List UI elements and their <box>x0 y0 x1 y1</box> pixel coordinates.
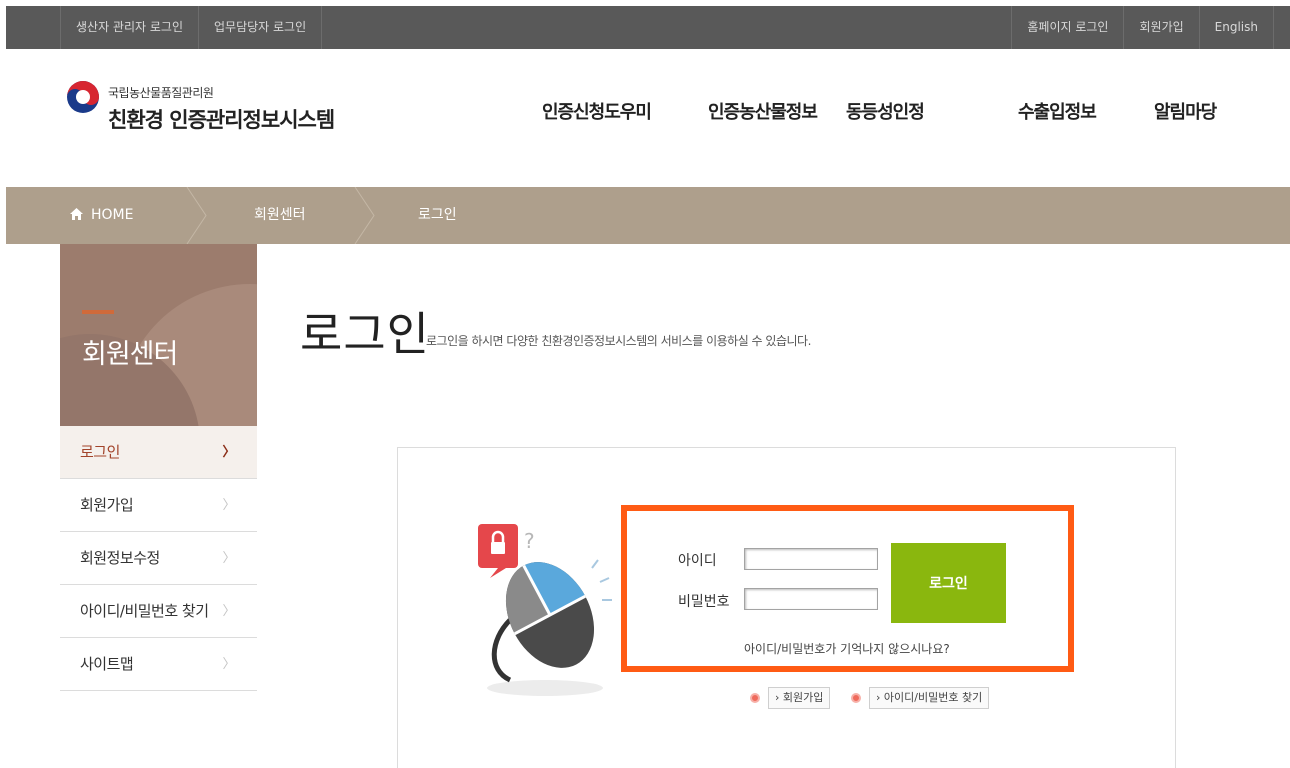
password-input[interactable] <box>744 588 878 610</box>
sidebar-item-find-account[interactable]: 아이디/비밀번호 찾기 〉 <box>60 585 257 638</box>
id-label: 아이디 <box>678 553 717 569</box>
nav-notice[interactable]: 알림마당 <box>1154 98 1217 124</box>
chevron-right-icon: 〉 <box>222 657 235 672</box>
login-button[interactable]: 로그인 <box>891 543 1006 623</box>
top-left-links: 생산자 관리자 로그인 업무담당자 로그인 <box>60 6 323 49</box>
sidebar-title: 회원센터 <box>82 339 178 370</box>
page-description: 로그인을 하시면 다양한 친환경인증정보시스템의 서비스를 이용하실 수 있습니… <box>426 334 811 348</box>
sidebar-item-signup[interactable]: 회원가입 〉 <box>60 479 257 532</box>
sidebar-item-sitemap[interactable]: 사이트맵 〉 <box>60 638 257 691</box>
find-account-link-group: › 아이디/비밀번호 찾기 <box>851 686 990 710</box>
id-input[interactable] <box>744 548 878 570</box>
home-icon <box>70 208 83 220</box>
english-link[interactable]: English <box>1198 6 1274 49</box>
signup-top-link[interactable]: 회원가입 <box>1123 6 1198 49</box>
signup-link-group: › 회원가입 <box>750 686 831 710</box>
chevron-right-icon: 〉 <box>222 498 235 513</box>
bullet-icon <box>750 693 760 703</box>
nav-certification-helper[interactable]: 인증신청도우미 <box>542 98 652 124</box>
breadcrumb-login: 로그인 <box>418 207 457 223</box>
main-nav: 인증신청도우미 인증농산물정보 동등성인정 수출입정보 알림마당 <box>0 98 1290 128</box>
sidebar-header: 회원센터 <box>60 244 257 426</box>
svg-text:?: ? <box>524 529 535 553</box>
find-account-button[interactable]: › 아이디/비밀번호 찾기 <box>869 687 990 709</box>
forgot-credentials-text: 아이디/비밀번호가 기억나지 않으시나요? <box>744 642 950 656</box>
homepage-login-link[interactable]: 홈페이지 로그인 <box>1011 6 1123 49</box>
password-label: 비밀번호 <box>678 594 730 610</box>
chevron-right-icon: 〉 <box>222 445 235 460</box>
chevron-right-icon: 〉 <box>222 604 235 619</box>
page-title: 로그인 <box>300 307 430 361</box>
nav-equivalence[interactable]: 동등성인정 <box>846 98 925 124</box>
nav-import-export[interactable]: 수출입정보 <box>1018 98 1097 124</box>
sidebar-menu: 로그인 〉 회원가입 〉 회원정보수정 〉 아이디/비밀번호 찾기 〉 사이트맵… <box>60 426 257 691</box>
breadcrumb-member-center[interactable]: 회원센터 <box>254 187 306 244</box>
staff-login-link[interactable]: 업무담당자 로그인 <box>198 6 323 49</box>
sidebar-accent-bar <box>82 310 114 314</box>
sidebar-item-edit-profile[interactable]: 회원정보수정 〉 <box>60 532 257 585</box>
breadcrumb-home[interactable]: HOME <box>70 187 133 244</box>
producer-admin-login-link[interactable]: 생산자 관리자 로그인 <box>60 6 198 49</box>
top-utility-bar: 생산자 관리자 로그인 업무담당자 로그인 홈페이지 로그인 회원가입 Engl… <box>6 6 1290 49</box>
sidebar-item-login[interactable]: 로그인 〉 <box>60 426 257 479</box>
breadcrumb-separator-icon <box>186 187 207 244</box>
top-right-links: 홈페이지 로그인 회원가입 English <box>1011 6 1274 49</box>
breadcrumb-separator-icon <box>354 187 375 244</box>
chevron-right-icon: 〉 <box>222 551 235 566</box>
signup-button[interactable]: › 회원가입 <box>768 687 831 709</box>
bullet-icon <box>851 693 861 703</box>
nav-certified-products[interactable]: 인증농산물정보 <box>708 98 818 124</box>
secure-mouse-illustration-icon: ? <box>478 524 612 696</box>
breadcrumb: HOME 회원센터 로그인 <box>6 187 1290 244</box>
